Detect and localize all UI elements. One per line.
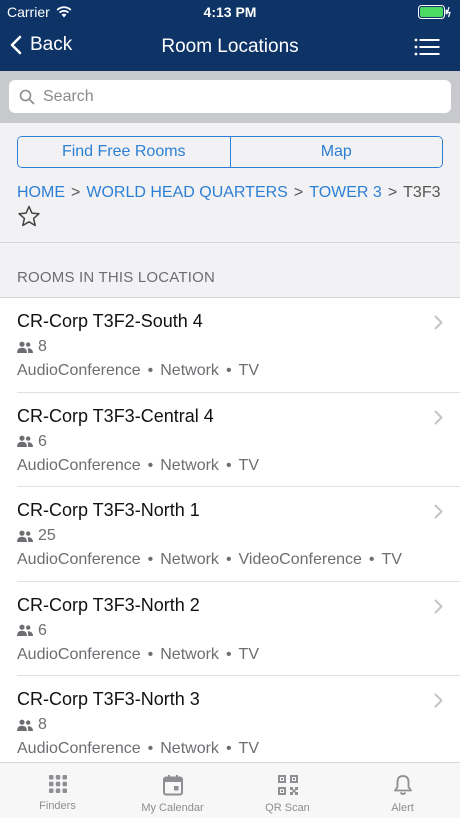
chevron-right-icon xyxy=(434,693,443,708)
room-features: AudioConference • Network • TV xyxy=(17,740,259,757)
battery-icon xyxy=(418,5,452,19)
chevron-right-icon xyxy=(434,504,443,519)
capacity-count: 8 xyxy=(38,716,47,733)
breadcrumb-world-head-quarters[interactable]: WORLD HEAD QUARTERS xyxy=(86,184,288,201)
room-row[interactable]: CR-Corp T3F3-North 1 25 AudioConference •… xyxy=(17,487,460,582)
people-icon xyxy=(17,624,33,636)
tab-label: Finders xyxy=(39,800,76,812)
view-segmented-control: Find Free Rooms Map xyxy=(17,136,443,168)
room-name: CR-Corp T3F3-North 2 xyxy=(17,594,200,615)
tab-finders[interactable]: Finders xyxy=(0,763,115,818)
breadcrumb-separator: > xyxy=(71,184,81,201)
search-icon xyxy=(19,89,35,104)
people-icon xyxy=(17,435,33,447)
feature: TV xyxy=(238,740,259,757)
breadcrumb-home[interactable]: HOME xyxy=(17,184,65,201)
section-header: ROOMS IN THIS LOCATION xyxy=(0,243,460,297)
capacity-count: 6 xyxy=(38,432,47,450)
feature: VideoConference xyxy=(238,551,362,568)
list-menu-icon[interactable] xyxy=(414,37,440,57)
room-capacity: 6 xyxy=(17,622,47,640)
breadcrumb: HOME > WORLD HEAD QUARTERS > TOWER 3 > T3F3 xyxy=(17,184,441,202)
feature: AudioConference xyxy=(17,551,141,568)
feature: AudioConference xyxy=(17,456,141,474)
room-name: CR-Corp T3F3-North 3 xyxy=(17,689,200,709)
breadcrumb-separator: > xyxy=(387,184,398,201)
feature: TV xyxy=(238,362,259,379)
feature: TV xyxy=(238,456,259,474)
room-features: AudioConference • Network • TV xyxy=(17,456,259,474)
room-features: AudioConference • Network • VideoConference •… xyxy=(17,551,402,568)
qr-code-icon xyxy=(277,775,298,795)
feature: Network xyxy=(160,740,219,757)
tab-label: Alert xyxy=(391,802,414,814)
tab-qr-scan[interactable]: QR Scan xyxy=(230,763,345,818)
breadcrumb-tower-3[interactable]: TOWER 3 xyxy=(309,184,382,201)
chevron-right-icon xyxy=(434,410,443,424)
feature: Network xyxy=(160,456,219,474)
calendar-icon xyxy=(162,775,183,796)
room-capacity: 8 xyxy=(17,338,47,356)
tab-alert[interactable]: Alert xyxy=(345,763,460,818)
feature: TV xyxy=(238,645,259,663)
status-time: 4:13 PM xyxy=(203,4,257,20)
search-field[interactable] xyxy=(9,80,451,113)
room-row[interactable]: CR-Corp T3F3-North 2 6 AudioConference • N… xyxy=(17,582,460,676)
room-row[interactable]: CR-Corp T3F3-North 3 8 AudioConference • N… xyxy=(17,676,460,762)
feature: AudioConference xyxy=(17,740,141,757)
room-capacity: 8 xyxy=(17,716,47,734)
feature: Network xyxy=(160,362,219,379)
room-features: AudioConference • Network • TV xyxy=(17,645,259,663)
grid-icon xyxy=(48,775,67,793)
feature: Network xyxy=(160,551,219,568)
people-icon xyxy=(17,719,33,731)
breadcrumb-current: T3F3 xyxy=(403,184,441,201)
chevron-right-icon xyxy=(434,599,443,613)
find-free-rooms-button[interactable]: Find Free Rooms xyxy=(18,137,230,167)
bell-icon xyxy=(393,775,412,795)
feature: AudioConference xyxy=(17,362,141,379)
feature: TV xyxy=(381,551,402,568)
navigation-bar: Back Room Locations xyxy=(0,24,460,71)
section-title: ROOMS IN THIS LOCATION xyxy=(17,269,216,286)
search-input[interactable] xyxy=(43,87,423,106)
favorite-star-icon[interactable] xyxy=(17,205,41,228)
room-capacity: 25 xyxy=(17,527,56,545)
search-bar xyxy=(0,71,460,123)
capacity-count: 25 xyxy=(38,527,56,544)
location-panel: Find Free Rooms Map HOME > WORLD HEAD QUAR… xyxy=(0,123,460,243)
tab-label: QR Scan xyxy=(265,802,310,814)
top-header: Carrier 4:13 PM Back Room Locations xyxy=(0,0,460,71)
room-name: CR-Corp T3F3-North 1 xyxy=(17,500,200,520)
feature: Network xyxy=(160,645,219,663)
page-title: Room Locations xyxy=(161,36,299,57)
room-row[interactable]: CR-Corp T3F3-Central 4 6 AudioConference… xyxy=(17,393,460,487)
people-icon xyxy=(17,530,33,542)
room-row[interactable]: CR-Corp T3F2-South 4 8 AudioConference • N… xyxy=(17,298,460,393)
room-name: CR-Corp T3F3-Central 4 xyxy=(17,405,214,426)
feature: AudioConference xyxy=(17,645,141,663)
tab-my-calendar[interactable]: My Calendar xyxy=(115,763,230,818)
capacity-count: 8 xyxy=(38,338,47,355)
status-bar: Carrier 4:13 PM xyxy=(0,0,460,24)
room-features: AudioConference • Network • TV xyxy=(17,362,259,379)
capacity-count: 6 xyxy=(38,621,47,639)
rooms-list: CR-Corp T3F2-South 4 8 AudioConference • N… xyxy=(0,297,460,762)
room-capacity: 6 xyxy=(17,433,47,451)
tab-bar: Finders My Calendar QR Scan Alert xyxy=(0,762,460,818)
people-icon xyxy=(17,341,33,353)
chevron-right-icon xyxy=(434,315,443,330)
map-button[interactable]: Map xyxy=(229,137,442,167)
tab-label: My Calendar xyxy=(141,802,204,814)
breadcrumb-separator: > xyxy=(293,184,304,201)
room-name: CR-Corp T3F2-South 4 xyxy=(17,311,203,331)
